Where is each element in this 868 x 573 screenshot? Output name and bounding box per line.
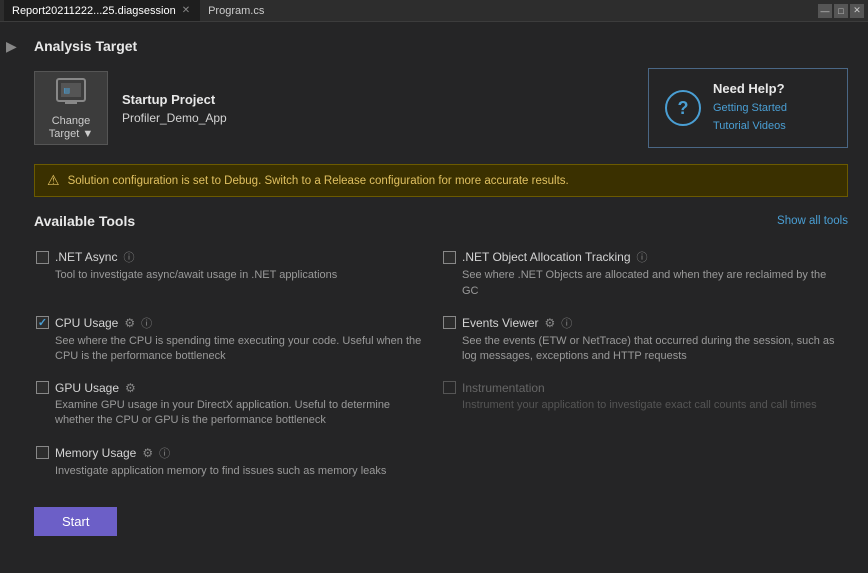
- tools-grid: .NET Async ⓘ Tool to investigate async/a…: [34, 243, 848, 489]
- maximize-button[interactable]: □: [834, 4, 848, 18]
- start-area: Start: [34, 507, 848, 536]
- need-help-title: Need Help?: [713, 81, 787, 96]
- tool-cpu-usage-gear-icon[interactable]: ⚙: [124, 316, 135, 330]
- analysis-target-title: Analysis Target: [34, 38, 848, 54]
- tool-gpu-usage-gear-icon[interactable]: ⚙: [125, 381, 136, 395]
- tool-gpu-usage: GPU Usage ⚙ Examine GPU usage in your Di…: [34, 375, 441, 439]
- warning-bar: ⚠ Solution configuration is set to Debug…: [34, 164, 848, 197]
- tool-events-viewer-gear-icon[interactable]: ⚙: [544, 316, 555, 330]
- tool-dotnet-async-info-icon[interactable]: ⓘ: [123, 249, 134, 265]
- dropdown-arrow-icon: ▼: [82, 128, 93, 140]
- tool-dotnet-async-checkbox[interactable]: [36, 251, 49, 264]
- change-target-label: ChangeTarget ▼: [49, 115, 94, 141]
- tool-memory-usage: Memory Usage ⚙ ⓘ Investigate application…: [34, 439, 441, 489]
- tool-cpu-usage-name: CPU Usage: [55, 316, 118, 330]
- tools-header: Available Tools Show all tools: [34, 213, 848, 229]
- tool-memory-usage-info-icon[interactable]: ⓘ: [159, 445, 170, 461]
- tool-cpu-usage-info-icon[interactable]: ⓘ: [141, 315, 152, 331]
- title-bar: Report20211222...25.diagsession ✕ Progra…: [0, 0, 868, 22]
- tool-dotnet-object-allocation-info-icon[interactable]: ⓘ: [637, 249, 648, 265]
- tool-cpu-usage-checkbox[interactable]: ✓: [36, 316, 49, 329]
- tool-cpu-usage-desc: See where the CPU is spending time execu…: [36, 334, 429, 365]
- close-button[interactable]: ✕: [850, 4, 864, 18]
- tool-memory-usage-header: Memory Usage ⚙ ⓘ: [36, 445, 429, 461]
- change-target-button[interactable]: ▤ ChangeTarget ▼: [34, 71, 108, 145]
- window-controls: — □ ✕: [818, 4, 864, 18]
- tool-instrumentation-checkbox: [443, 381, 456, 394]
- tool-dotnet-async-name: .NET Async: [55, 250, 117, 264]
- help-icon: ?: [665, 90, 701, 126]
- tool-instrumentation-desc: Instrument your application to investiga…: [443, 398, 836, 413]
- tool-memory-usage-gear-icon[interactable]: ⚙: [142, 446, 153, 460]
- tab-programcs-label: Program.cs: [208, 5, 264, 17]
- check-mark-icon: ✓: [38, 316, 47, 329]
- minimize-button[interactable]: —: [818, 4, 832, 18]
- tool-events-viewer: Events Viewer ⚙ ⓘ See the events (ETW or…: [441, 309, 848, 375]
- tool-dotnet-object-allocation-checkbox[interactable]: [443, 251, 456, 264]
- tool-dotnet-object-allocation-header: .NET Object Allocation Tracking ⓘ: [443, 249, 836, 265]
- tool-events-viewer-checkbox[interactable]: [443, 316, 456, 329]
- tool-events-viewer-header: Events Viewer ⚙ ⓘ: [443, 315, 836, 331]
- tool-events-viewer-desc: See the events (ETW or NetTrace) that oc…: [443, 334, 836, 365]
- tool-events-viewer-name: Events Viewer: [462, 316, 538, 330]
- tool-instrumentation-header: Instrumentation: [443, 381, 836, 395]
- tool-memory-usage-checkbox[interactable]: [36, 446, 49, 459]
- tool-dotnet-object-allocation: .NET Object Allocation Tracking ⓘ See wh…: [441, 243, 848, 309]
- getting-started-link[interactable]: Getting Started: [713, 100, 787, 118]
- tab-diagsession[interactable]: Report20211222...25.diagsession ✕: [4, 0, 200, 21]
- expand-arrow-icon[interactable]: ▶: [6, 38, 17, 55]
- tool-dotnet-async-desc: Tool to investigate async/await usage in…: [36, 268, 429, 283]
- tab-diagsession-close[interactable]: ✕: [180, 5, 192, 16]
- tool-memory-usage-desc: Investigate application memory to find i…: [36, 464, 429, 479]
- project-info: Startup Project Profiler_Demo_App: [122, 92, 227, 125]
- svg-text:▤: ▤: [64, 86, 70, 96]
- startup-project-name: Profiler_Demo_App: [122, 111, 227, 125]
- tab-diagsession-label: Report20211222...25.diagsession: [12, 5, 176, 17]
- startup-project-box: ▤ ChangeTarget ▼ Startup Project Profile…: [34, 68, 227, 148]
- tool-dotnet-object-allocation-name: .NET Object Allocation Tracking: [462, 250, 631, 264]
- tool-instrumentation: Instrumentation Instrument your applicat…: [441, 375, 848, 439]
- change-target-icon: ▤: [53, 75, 89, 111]
- start-button[interactable]: Start: [34, 507, 117, 536]
- tool-memory-usage-name: Memory Usage: [55, 446, 136, 460]
- warning-text: Solution configuration is set to Debug. …: [68, 175, 569, 187]
- tab-programcs[interactable]: Program.cs: [200, 0, 272, 21]
- tool-gpu-usage-desc: Examine GPU usage in your DirectX applic…: [36, 398, 429, 429]
- tutorial-videos-link[interactable]: Tutorial Videos: [713, 118, 787, 136]
- tool-gpu-usage-checkbox[interactable]: [36, 381, 49, 394]
- tool-events-viewer-info-icon[interactable]: ⓘ: [561, 315, 572, 331]
- startup-project-label: Startup Project: [122, 92, 227, 107]
- tool-cpu-usage: ✓ CPU Usage ⚙ ⓘ See where the CPU is spe…: [34, 309, 441, 375]
- main-content: ▶ Analysis Target ▤ ChangeTarget ▼: [0, 22, 868, 573]
- tool-gpu-usage-name: GPU Usage: [55, 381, 119, 395]
- help-text: Need Help? Getting Started Tutorial Vide…: [713, 81, 787, 135]
- available-tools-title: Available Tools: [34, 213, 135, 229]
- show-all-tools-link[interactable]: Show all tools: [777, 215, 848, 227]
- tool-dotnet-async-header: .NET Async ⓘ: [36, 249, 429, 265]
- tool-dotnet-async: .NET Async ⓘ Tool to investigate async/a…: [34, 243, 441, 309]
- warning-icon: ⚠: [47, 172, 60, 189]
- tool-gpu-usage-header: GPU Usage ⚙: [36, 381, 429, 395]
- help-box: ? Need Help? Getting Started Tutorial Vi…: [648, 68, 848, 148]
- tool-instrumentation-name: Instrumentation: [462, 381, 545, 395]
- target-row: ▤ ChangeTarget ▼ Startup Project Profile…: [34, 68, 848, 148]
- tab-list: Report20211222...25.diagsession ✕ Progra…: [4, 0, 272, 21]
- tool-dotnet-object-allocation-desc: See where .NET Objects are allocated and…: [443, 268, 836, 299]
- tool-cpu-usage-header: ✓ CPU Usage ⚙ ⓘ: [36, 315, 429, 331]
